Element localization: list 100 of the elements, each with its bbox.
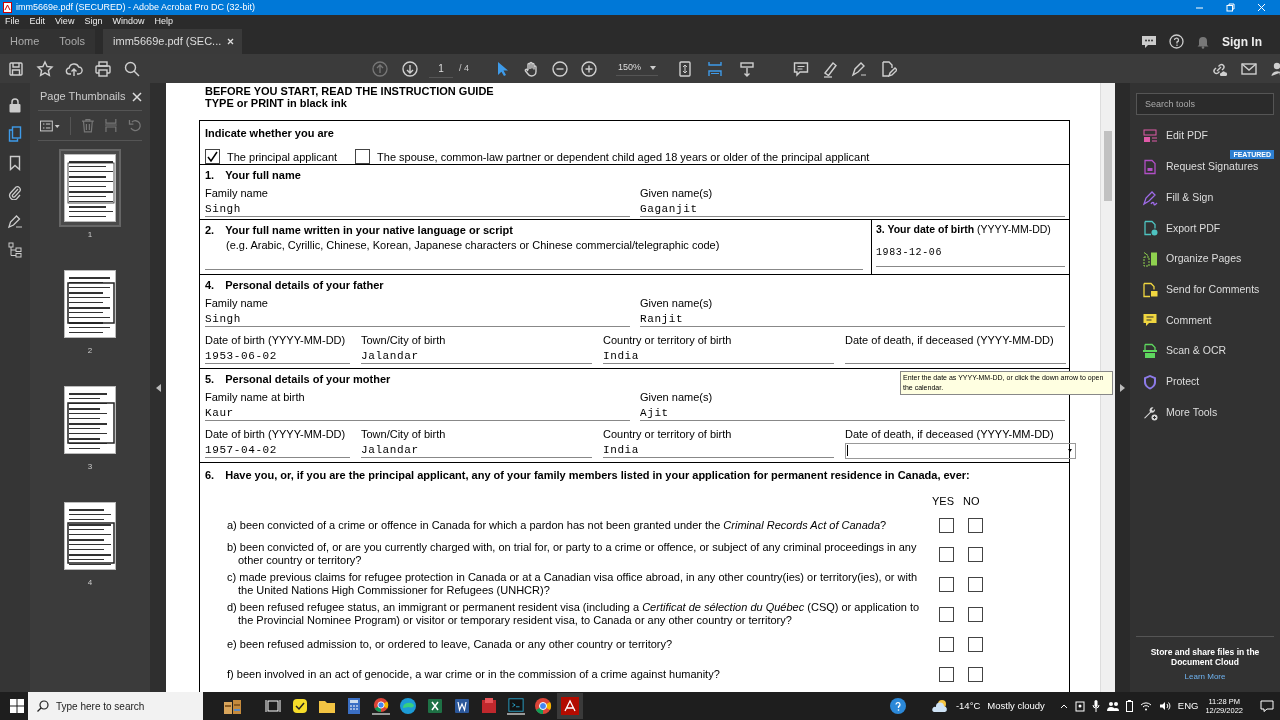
bookmark-icon[interactable] <box>9 155 21 171</box>
zoom-in-icon[interactable] <box>580 59 598 78</box>
weather-text[interactable]: Mostly cloudy <box>987 698 1045 714</box>
checkbox[interactable] <box>968 517 983 533</box>
star-icon[interactable] <box>36 59 54 78</box>
checkbox[interactable] <box>939 606 954 622</box>
page-thumbnail[interactable] <box>59 149 121 227</box>
task-view-icon[interactable] <box>264 697 282 715</box>
structure-tree-icon[interactable] <box>8 242 22 258</box>
checkbox[interactable] <box>968 636 983 652</box>
page-number-field[interactable]: 1 <box>429 59 453 78</box>
spreadsheet-icon[interactable] <box>426 697 444 715</box>
checkbox[interactable] <box>939 636 954 652</box>
search-icon[interactable] <box>123 59 141 78</box>
speaker-icon[interactable] <box>1158 701 1171 711</box>
checkbox[interactable] <box>355 149 371 165</box>
tool-item[interactable]: Fill & Sign <box>1136 182 1274 214</box>
checkbox[interactable] <box>968 546 983 562</box>
notification-icon[interactable] <box>1260 700 1274 712</box>
checkbox[interactable] <box>939 546 954 562</box>
scroll-mode-icon[interactable] <box>738 59 757 78</box>
field-value[interactable]: Singh <box>205 311 630 327</box>
tool-item[interactable]: Send for Comments <box>1136 274 1274 306</box>
dropdown-caret-icon[interactable] <box>1068 449 1072 452</box>
tool-item[interactable]: Edit PDF <box>1136 121 1274 152</box>
menu-item[interactable]: View <box>55 15 75 29</box>
tool-item[interactable]: Scan & OCR <box>1136 335 1274 367</box>
tool-item[interactable]: Protect <box>1136 366 1274 398</box>
help-icon[interactable] <box>889 698 906 714</box>
pages-icon[interactable] <box>8 126 22 142</box>
arrow-up-icon[interactable] <box>371 59 389 78</box>
checkbox[interactable] <box>968 606 983 622</box>
checkbox[interactable] <box>968 666 983 682</box>
microphone-icon[interactable] <box>1091 700 1100 712</box>
print-icon[interactable] <box>94 59 112 78</box>
field-value[interactable]: Jalandar <box>361 442 592 458</box>
browser-icon[interactable] <box>372 697 390 715</box>
comment-icon[interactable] <box>792 59 811 78</box>
highlighter-icon[interactable] <box>821 59 840 78</box>
field-value[interactable]: Ranjit <box>640 311 1065 327</box>
search-field[interactable]: Search tools <box>1136 93 1274 115</box>
zoom-dropdown[interactable]: 150% <box>616 61 659 76</box>
cloud-sun-icon[interactable] <box>930 699 949 713</box>
field-value[interactable]: Gaganjit <box>640 201 1065 217</box>
language-indicator[interactable]: ENG <box>1177 698 1199 714</box>
date-field[interactable] <box>845 442 1076 459</box>
fit-width-icon[interactable] <box>706 59 725 78</box>
sign-in-button[interactable]: Sign In <box>1222 32 1262 51</box>
restore-icon[interactable] <box>1226 3 1235 12</box>
field-value[interactable]: Singh <box>205 201 630 217</box>
bell-icon[interactable] <box>1196 34 1210 49</box>
menu-item[interactable]: Sign <box>84 15 103 29</box>
save-icon[interactable] <box>7 59 25 78</box>
scrollbar-thumb[interactable] <box>1104 131 1112 201</box>
help-icon[interactable] <box>1169 34 1184 49</box>
lock-icon[interactable] <box>8 97 22 113</box>
temperature-text[interactable]: -14°C <box>955 698 981 714</box>
checkbox[interactable] <box>939 666 954 682</box>
field-value[interactable]: 1957-04-02 <box>205 442 350 458</box>
options-menu-icon[interactable] <box>40 119 60 132</box>
screen-app-icon[interactable] <box>507 697 525 715</box>
word-processor-icon[interactable] <box>453 697 471 715</box>
checkbox[interactable] <box>205 149 220 165</box>
menu-item[interactable]: Help <box>154 15 173 29</box>
checkbox[interactable] <box>939 517 954 533</box>
edit-document-icon[interactable] <box>879 59 898 78</box>
pen-sign-icon[interactable] <box>7 213 23 229</box>
hand-icon[interactable] <box>522 59 540 78</box>
windows-logo-icon[interactable] <box>10 699 24 713</box>
field-value[interactable]: Kaur <box>205 405 630 421</box>
field-value[interactable]: Jalandar <box>361 348 592 364</box>
wifi-icon[interactable] <box>1139 701 1152 711</box>
people-icon[interactable] <box>1106 700 1119 712</box>
field-value[interactable]: India <box>603 348 834 364</box>
checkbox[interactable] <box>968 576 983 592</box>
close-icon[interactable] <box>132 91 142 102</box>
close-icon[interactable] <box>227 38 235 45</box>
browser-icon[interactable] <box>399 697 417 715</box>
nav-tab[interactable]: Tools <box>49 29 96 54</box>
field-value[interactable]: 1953-06-02 <box>205 348 350 364</box>
rotate-icon[interactable] <box>128 118 142 133</box>
meet-icon[interactable] <box>1074 700 1085 712</box>
sticky-notes-icon[interactable] <box>291 697 309 715</box>
tool-item[interactable]: Export PDF <box>1136 213 1274 244</box>
nav-tab[interactable]: Home <box>0 29 50 54</box>
pen-sign-icon[interactable] <box>850 59 869 78</box>
document-tab[interactable]: imm5669e.pdf (SEC... <box>103 29 243 54</box>
expand-arrow-icon[interactable] <box>1120 383 1125 392</box>
browser-icon[interactable] <box>534 697 552 715</box>
collapse-arrow-icon[interactable] <box>155 383 161 392</box>
tool-item[interactable]: Organize Pages <box>1136 243 1274 275</box>
menu-item[interactable]: Window <box>112 15 145 29</box>
field-value[interactable]: Ajit <box>640 405 1065 421</box>
zoom-out-icon[interactable] <box>551 59 569 78</box>
menu-item[interactable]: File <box>5 15 20 29</box>
taskbar-search-field[interactable]: Type here to search <box>28 692 203 720</box>
battery-icon[interactable] <box>1125 700 1133 712</box>
paperclip-icon[interactable] <box>8 184 22 200</box>
field-value[interactable]: India <box>603 442 834 458</box>
caret-icon[interactable] <box>650 66 657 70</box>
